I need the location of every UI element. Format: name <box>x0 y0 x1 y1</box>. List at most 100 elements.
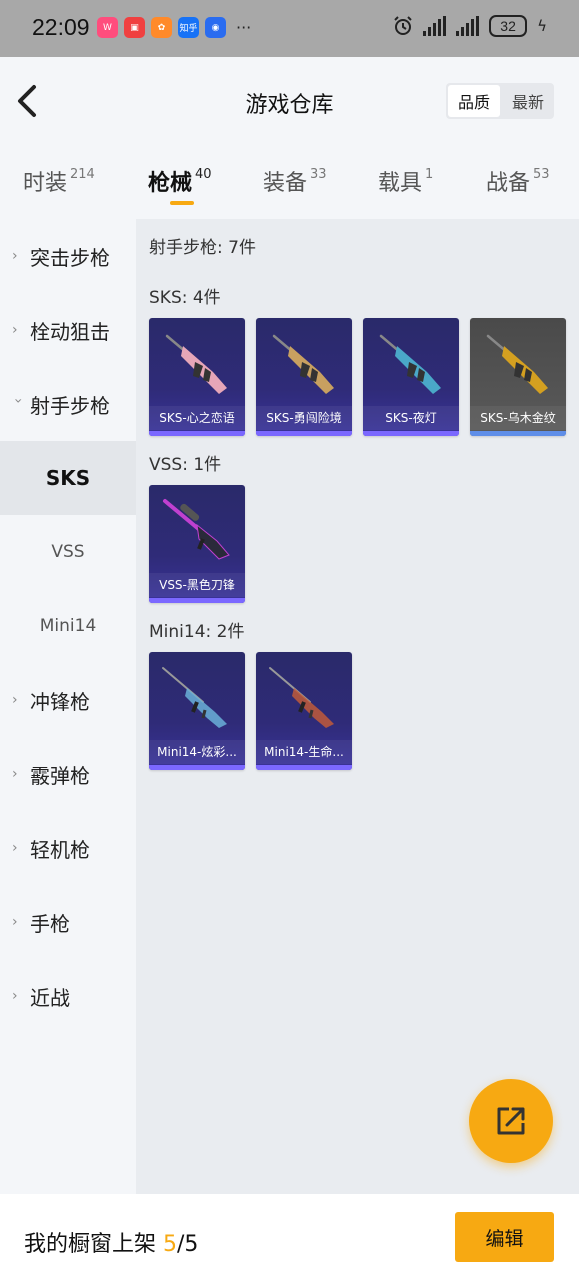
showcase-text: 我的橱窗上架 <box>24 1232 157 1257</box>
weapon-name: Mini14-炫彩... <box>149 740 245 764</box>
blue-app-icon: ◉ <box>205 17 226 38</box>
quality-bar <box>149 765 245 770</box>
showcase-count-total: /5 <box>177 1232 199 1257</box>
tab-vehicles[interactable]: 载具 1 <box>378 165 433 197</box>
status-app-icons: W ▣ ✿ 知乎 ◉ ··· <box>97 17 251 38</box>
weapon-image <box>163 499 230 560</box>
chevron-right-icon: › <box>12 914 18 930</box>
showcase-label: 我的橱窗上架 5/5 <box>24 1226 198 1258</box>
tab-count: 1 <box>425 167 434 182</box>
weapon-name: SKS-心之恋语 <box>149 406 245 430</box>
chevron-right-icon: › <box>12 840 18 856</box>
showcase-count-current: 5 <box>163 1232 178 1257</box>
share-button[interactable] <box>469 1079 553 1163</box>
tab-count: 214 <box>70 167 95 182</box>
tab-tactical[interactable]: 战备 53 <box>486 165 550 197</box>
weapon-name: Mini14-生命... <box>256 740 352 764</box>
sidebar-item-smg[interactable]: › 冲锋枪 <box>0 663 136 737</box>
weapon-name: SKS-勇闯险境 <box>256 406 352 430</box>
weapon-grid: 射手步枪: 7件 SKS: 4件 SKS-心之恋语 SKS-勇闯险境 SKS-夜… <box>136 219 579 1194</box>
sidebar-item-lmg[interactable]: › 轻机枪 <box>0 811 136 885</box>
weapon-card[interactable]: SKS-乌木金纹 <box>470 318 566 436</box>
status-bar: 22:09 W ▣ ✿ 知乎 ◉ ··· 32 ϟ <box>0 0 579 57</box>
share-external-icon <box>497 1107 525 1135</box>
weapon-image <box>379 334 441 394</box>
sidebar-item-melee[interactable]: › 近战 <box>0 959 136 1033</box>
chevron-right-icon: › <box>12 766 18 782</box>
charging-icon: ϟ <box>537 17 547 35</box>
red-app-icon: ▣ <box>124 17 145 38</box>
weapon-name: VSS-黑色刀锋 <box>149 573 245 597</box>
battery-icon: 32 <box>489 15 528 37</box>
showcase-bar: 我的橱窗上架 5/5 编辑 <box>0 1194 579 1280</box>
sidebar-subitem-sks[interactable]: SKS <box>0 441 136 515</box>
sidebar-subitem-mini14[interactable]: Mini14 <box>0 589 136 663</box>
chevron-down-icon: › <box>10 398 26 404</box>
tab-label: 枪械 <box>148 171 193 196</box>
chevron-right-icon: › <box>12 248 18 264</box>
weapon-name: SKS-乌木金纹 <box>470 406 566 430</box>
weapon-image <box>269 667 334 728</box>
sidebar-item-label: 手枪 <box>30 911 70 936</box>
sidebar-item-label: 霰弹枪 <box>30 763 90 788</box>
sidebar-item-label: 近战 <box>30 985 70 1010</box>
tab-label: 战备 <box>486 171 531 196</box>
tab-count: 40 <box>195 167 212 182</box>
sidebar-item-label: 轻机枪 <box>30 837 90 862</box>
sidebar-subitem-vss[interactable]: VSS <box>0 515 136 589</box>
sidebar-item-label: 突击步枪 <box>30 245 110 270</box>
sidebar-item-marksman-rifle[interactable]: › 射手步枪 <box>0 367 136 441</box>
sort-toggle[interactable]: 品质 最新 <box>446 83 554 119</box>
weapon-card[interactable]: Mini14-炫彩... <box>149 652 245 770</box>
active-tab-indicator <box>170 201 194 205</box>
weapon-image <box>165 334 227 394</box>
vivo-app-icon: W <box>97 17 118 38</box>
tab-equipment[interactable]: 装备 33 <box>263 165 327 197</box>
weapon-image <box>272 334 334 394</box>
sidebar-item-label: 射手步枪 <box>30 393 110 418</box>
more-notifications-icon: ··· <box>236 18 252 37</box>
category-title: 射手步枪: 7件 <box>149 238 256 258</box>
weapon-card[interactable]: SKS-心之恋语 <box>149 318 245 436</box>
weapon-image <box>486 334 548 394</box>
tab-label: 时装 <box>23 171 68 196</box>
alarm-icon <box>394 16 412 35</box>
orange-app-icon: ✿ <box>151 17 172 38</box>
tab-count: 33 <box>310 167 327 182</box>
chevron-right-icon: › <box>12 322 18 338</box>
sidebar-item-shotgun[interactable]: › 霰弹枪 <box>0 737 136 811</box>
quality-bar <box>363 431 459 436</box>
weapon-card[interactable]: Mini14-生命... <box>256 652 352 770</box>
sidebar-item-assault-rifle[interactable]: › 突击步枪 <box>0 219 136 293</box>
tab-weapons[interactable]: 枪械 40 <box>148 165 212 197</box>
weapon-card[interactable]: VSS-黑色刀锋 <box>149 485 245 603</box>
tab-outfits[interactable]: 时装 214 <box>23 165 95 197</box>
weapon-card[interactable]: SKS-勇闯险境 <box>256 318 352 436</box>
quality-bar <box>470 431 566 436</box>
tab-count: 53 <box>533 167 550 182</box>
edit-button[interactable]: 编辑 <box>455 1212 554 1262</box>
weapon-image <box>162 667 227 728</box>
weapon-card[interactable]: SKS-夜灯 <box>363 318 459 436</box>
quality-bar <box>256 431 352 436</box>
sort-quality-option[interactable]: 品质 <box>448 85 500 117</box>
sort-newest-option[interactable]: 最新 <box>502 83 554 119</box>
quality-bar <box>149 598 245 603</box>
signal-icon-2 <box>456 16 480 36</box>
zhihu-icon: 知乎 <box>178 17 199 38</box>
status-time: 22:09 <box>32 14 90 40</box>
group-title-sks: SKS: 4件 <box>149 288 221 308</box>
chevron-right-icon: › <box>12 692 18 708</box>
quality-bar <box>256 765 352 770</box>
group-title-vss: VSS: 1件 <box>149 455 222 475</box>
sidebar-item-label: 栓动狙击 <box>30 319 110 344</box>
quality-bar <box>149 431 245 436</box>
chevron-right-icon: › <box>12 988 18 1004</box>
header: 游戏仓库 品质 最新 <box>0 57 579 145</box>
category-tabs: 时装 214 枪械 40 装备 33 载具 1 战备 53 <box>0 145 579 219</box>
sidebar-item-bolt-sniper[interactable]: › 栓动狙击 <box>0 293 136 367</box>
weapon-category-sidebar: › 突击步枪 › 栓动狙击 › 射手步枪 SKS VSS Mini14 › 冲锋… <box>0 219 136 1194</box>
sidebar-item-pistol[interactable]: › 手枪 <box>0 885 136 959</box>
weapon-name: SKS-夜灯 <box>363 406 459 430</box>
signal-icon <box>423 16 447 36</box>
